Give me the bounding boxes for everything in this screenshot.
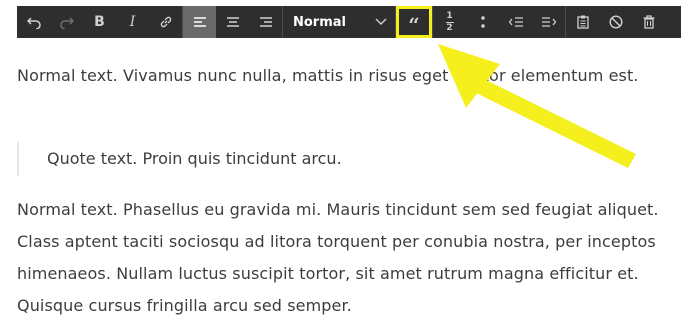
- indent-button[interactable]: [532, 6, 565, 38]
- chevron-down-icon: [375, 18, 387, 25]
- trash-icon: [643, 15, 654, 29]
- delete-button[interactable]: [632, 6, 665, 38]
- outdent-icon: [508, 17, 523, 27]
- clear-format-icon: [608, 15, 623, 29]
- format-select-value: Normal: [293, 14, 346, 30]
- outdent-button[interactable]: [499, 6, 532, 38]
- ordered-list-button[interactable]: 1 2: [433, 6, 466, 38]
- link-button[interactable]: [149, 6, 182, 38]
- bold-icon: B: [94, 14, 105, 30]
- blockquote: Quote text. Proin quis tincidunt arcu.: [17, 142, 657, 176]
- unordered-list-icon: [480, 16, 485, 28]
- italic-icon: I: [129, 14, 136, 30]
- ordered-list-icon: 1 2: [445, 10, 454, 33]
- align-center-icon: [226, 17, 239, 27]
- align-right-button[interactable]: [249, 6, 282, 38]
- indent-icon: [541, 17, 556, 27]
- bold-button[interactable]: B: [83, 6, 116, 38]
- undo-icon: [26, 17, 41, 29]
- link-icon: [160, 16, 171, 28]
- blockquote-icon: “: [408, 13, 420, 37]
- editor-toolbar: B I Normal “ 1 2: [17, 6, 681, 38]
- align-center-button[interactable]: [216, 6, 249, 38]
- format-select[interactable]: Normal: [283, 6, 395, 38]
- clear-formatting-button[interactable]: [599, 6, 632, 38]
- align-right-icon: [259, 17, 272, 27]
- redo-button[interactable]: [50, 6, 83, 38]
- blockquote-button[interactable]: “: [396, 6, 432, 38]
- paragraph-normal: Normal text. Vivamus nunc nulla, mattis …: [17, 66, 639, 85]
- clipboard-icon: [576, 15, 589, 29]
- unordered-list-button[interactable]: [466, 6, 499, 38]
- align-left-icon: [193, 17, 206, 27]
- paragraph-normal-2: Normal text. Phasellus eu gravida mi. Ma…: [17, 200, 659, 315]
- undo-button[interactable]: [17, 6, 50, 38]
- redo-icon: [59, 17, 74, 29]
- align-left-button[interactable]: [183, 6, 216, 38]
- italic-button[interactable]: I: [116, 6, 149, 38]
- paste-button[interactable]: [566, 6, 599, 38]
